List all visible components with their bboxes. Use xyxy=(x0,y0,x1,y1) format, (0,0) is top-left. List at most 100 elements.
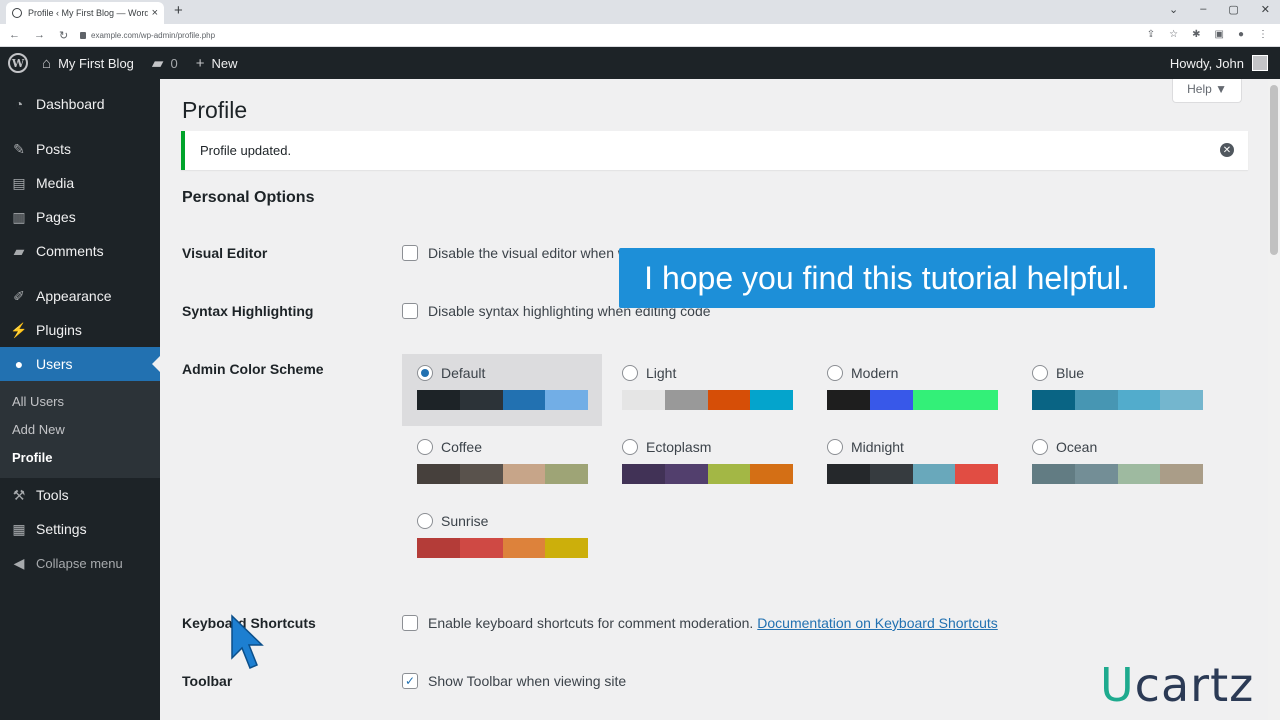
scheme-name: Modern xyxy=(851,365,899,381)
sidebar-item-dashboard[interactable]: ◔ Dashboard xyxy=(0,87,160,121)
sidepanel-icon[interactable]: ▣ xyxy=(1215,29,1224,40)
swatch xyxy=(1032,464,1075,484)
share-icon[interactable]: ⇪ xyxy=(1147,29,1155,40)
swatch xyxy=(1074,464,1118,484)
sidebar-item-posts[interactable]: ✎ Posts xyxy=(0,132,160,166)
syntax-highlighting-checkbox[interactable] xyxy=(402,303,418,319)
sidebar-item-appearance[interactable]: ✐ Appearance xyxy=(0,279,160,313)
scheme-radio[interactable] xyxy=(417,365,433,381)
scheme-swatches xyxy=(417,538,588,558)
tab-close-icon[interactable]: × xyxy=(152,7,158,19)
mouse-pointer-icon xyxy=(231,614,264,669)
swatch xyxy=(417,538,460,558)
scheme-radio[interactable] xyxy=(622,439,638,455)
scheme-swatches xyxy=(622,390,793,410)
scheme-radio[interactable] xyxy=(417,513,433,529)
back-icon[interactable]: ← xyxy=(9,29,20,42)
visual-editor-checkbox[interactable] xyxy=(402,245,418,261)
page-scrollbar[interactable] xyxy=(1268,79,1280,720)
toolbar-option[interactable]: ✓ Show Toolbar when viewing site xyxy=(402,673,626,689)
wp-admin-bar: W ⌂ My First Blog ▰ 0 + New Howdy, John xyxy=(0,47,1280,79)
scheme-radio[interactable] xyxy=(1032,439,1048,455)
color-scheme-light[interactable]: Light xyxy=(607,354,807,426)
sidebar-item-plugins[interactable]: ⚡ Plugins xyxy=(0,313,160,347)
close-window-icon[interactable]: ✕ xyxy=(1261,3,1270,16)
scheme-name: Sunrise xyxy=(441,513,489,529)
scheme-radio[interactable] xyxy=(1032,365,1048,381)
scheme-swatches xyxy=(827,390,998,410)
profile-icon[interactable]: ● xyxy=(1238,29,1244,40)
color-scheme-picker: Default Light Modern Blue Coffee Ectoplasm Mid… xyxy=(402,354,1222,564)
star-icon[interactable]: ☆ xyxy=(1169,29,1178,40)
users-submenu: All Users Add New Profile xyxy=(0,381,160,478)
submenu-profile[interactable]: Profile xyxy=(0,443,160,471)
scrollbar-thumb[interactable] xyxy=(1270,85,1278,255)
sidebar-item-media[interactable]: ▤ Media xyxy=(0,166,160,200)
sidebar-item-tools[interactable]: ⚒ Tools xyxy=(0,478,160,512)
help-tab-button[interactable]: Help ▼ xyxy=(1172,79,1242,103)
collapse-menu-button[interactable]: ◀ Collapse menu xyxy=(0,546,160,580)
pages-icon: ▥ xyxy=(12,208,26,225)
swatch xyxy=(664,390,708,410)
keyboard-shortcuts-checkbox[interactable] xyxy=(402,615,418,631)
swatch xyxy=(912,390,956,410)
color-scheme-ocean[interactable]: Ocean xyxy=(1017,428,1217,500)
swatch xyxy=(502,538,546,558)
submenu-add-new[interactable]: Add New xyxy=(0,415,160,443)
swatch xyxy=(707,464,751,484)
color-scheme-midnight[interactable]: Midnight xyxy=(812,428,1012,500)
comments-link[interactable]: ▰ 0 xyxy=(152,54,178,72)
chevron-down-icon[interactable]: ⌄ xyxy=(1169,3,1178,16)
sidebar-item-pages[interactable]: ▥ Pages xyxy=(0,200,160,234)
swatch xyxy=(545,464,588,484)
sidebar-item-settings[interactable]: ▦ Settings xyxy=(0,512,160,546)
color-scheme-default[interactable]: Default xyxy=(402,354,602,426)
submenu-all-users[interactable]: All Users xyxy=(0,387,160,415)
swatch xyxy=(664,464,708,484)
browser-tab[interactable]: Profile ‹ My First Blog — WordPress × xyxy=(6,2,164,24)
color-scheme-coffee[interactable]: Coffee xyxy=(402,428,602,500)
new-tab-icon[interactable]: + xyxy=(174,2,183,19)
menu-icon[interactable]: ⋮ xyxy=(1258,29,1268,40)
scheme-radio[interactable] xyxy=(622,365,638,381)
plus-icon: + xyxy=(195,54,205,72)
restore-icon[interactable]: ▢ xyxy=(1228,3,1238,16)
minimize-icon[interactable]: – xyxy=(1200,3,1206,16)
syntax-highlighting-label: Syntax Highlighting xyxy=(182,303,314,319)
swatch xyxy=(955,464,998,484)
my-account-link[interactable]: Howdy, John xyxy=(1170,47,1268,79)
section-title: Personal Options xyxy=(182,189,315,206)
sidebar-item-users[interactable]: ● Users xyxy=(0,347,160,381)
dismiss-notice-icon[interactable]: ✕ xyxy=(1220,143,1234,157)
wordpress-logo-icon[interactable]: W xyxy=(8,53,28,73)
swatch xyxy=(545,390,588,410)
plug-icon: ⚡ xyxy=(10,321,28,338)
color-scheme-modern[interactable]: Modern xyxy=(812,354,1012,426)
scheme-radio[interactable] xyxy=(827,439,843,455)
color-scheme-ectoplasm[interactable]: Ectoplasm xyxy=(607,428,807,500)
swatch xyxy=(1117,464,1161,484)
forward-icon[interactable]: → xyxy=(34,29,45,42)
color-scheme-sunrise[interactable]: Sunrise xyxy=(402,502,602,574)
swatch xyxy=(622,464,665,484)
color-scheme-blue[interactable]: Blue xyxy=(1017,354,1217,426)
scheme-radio[interactable] xyxy=(827,365,843,381)
keyboard-shortcuts-doc-link[interactable]: Documentation on Keyboard Shortcuts xyxy=(757,615,997,631)
swatch xyxy=(750,390,793,410)
url-field[interactable]: example.com/wp-admin/profile.php xyxy=(80,31,215,40)
address-bar: ← → ↻ example.com/wp-admin/profile.php ⇪… xyxy=(0,24,1280,47)
url-text: example.com/wp-admin/profile.php xyxy=(91,30,216,40)
keyboard-shortcuts-option[interactable]: Enable keyboard shortcuts for comment mo… xyxy=(402,615,998,631)
site-name-link[interactable]: ⌂ My First Blog xyxy=(42,55,134,72)
scheme-radio[interactable] xyxy=(417,439,433,455)
collapse-icon: ◀ xyxy=(13,554,25,571)
extensions-icon[interactable]: ✱ xyxy=(1192,29,1200,40)
toolbar-checkbox[interactable]: ✓ xyxy=(402,673,418,689)
scheme-swatches xyxy=(1032,390,1203,410)
swatch xyxy=(1160,390,1203,410)
swatch xyxy=(1074,390,1118,410)
swatch xyxy=(1117,390,1161,410)
sidebar-item-comments[interactable]: ▰ Comments xyxy=(0,234,160,268)
reload-icon[interactable]: ↻ xyxy=(59,29,68,42)
new-content-link[interactable]: + New xyxy=(196,55,238,72)
